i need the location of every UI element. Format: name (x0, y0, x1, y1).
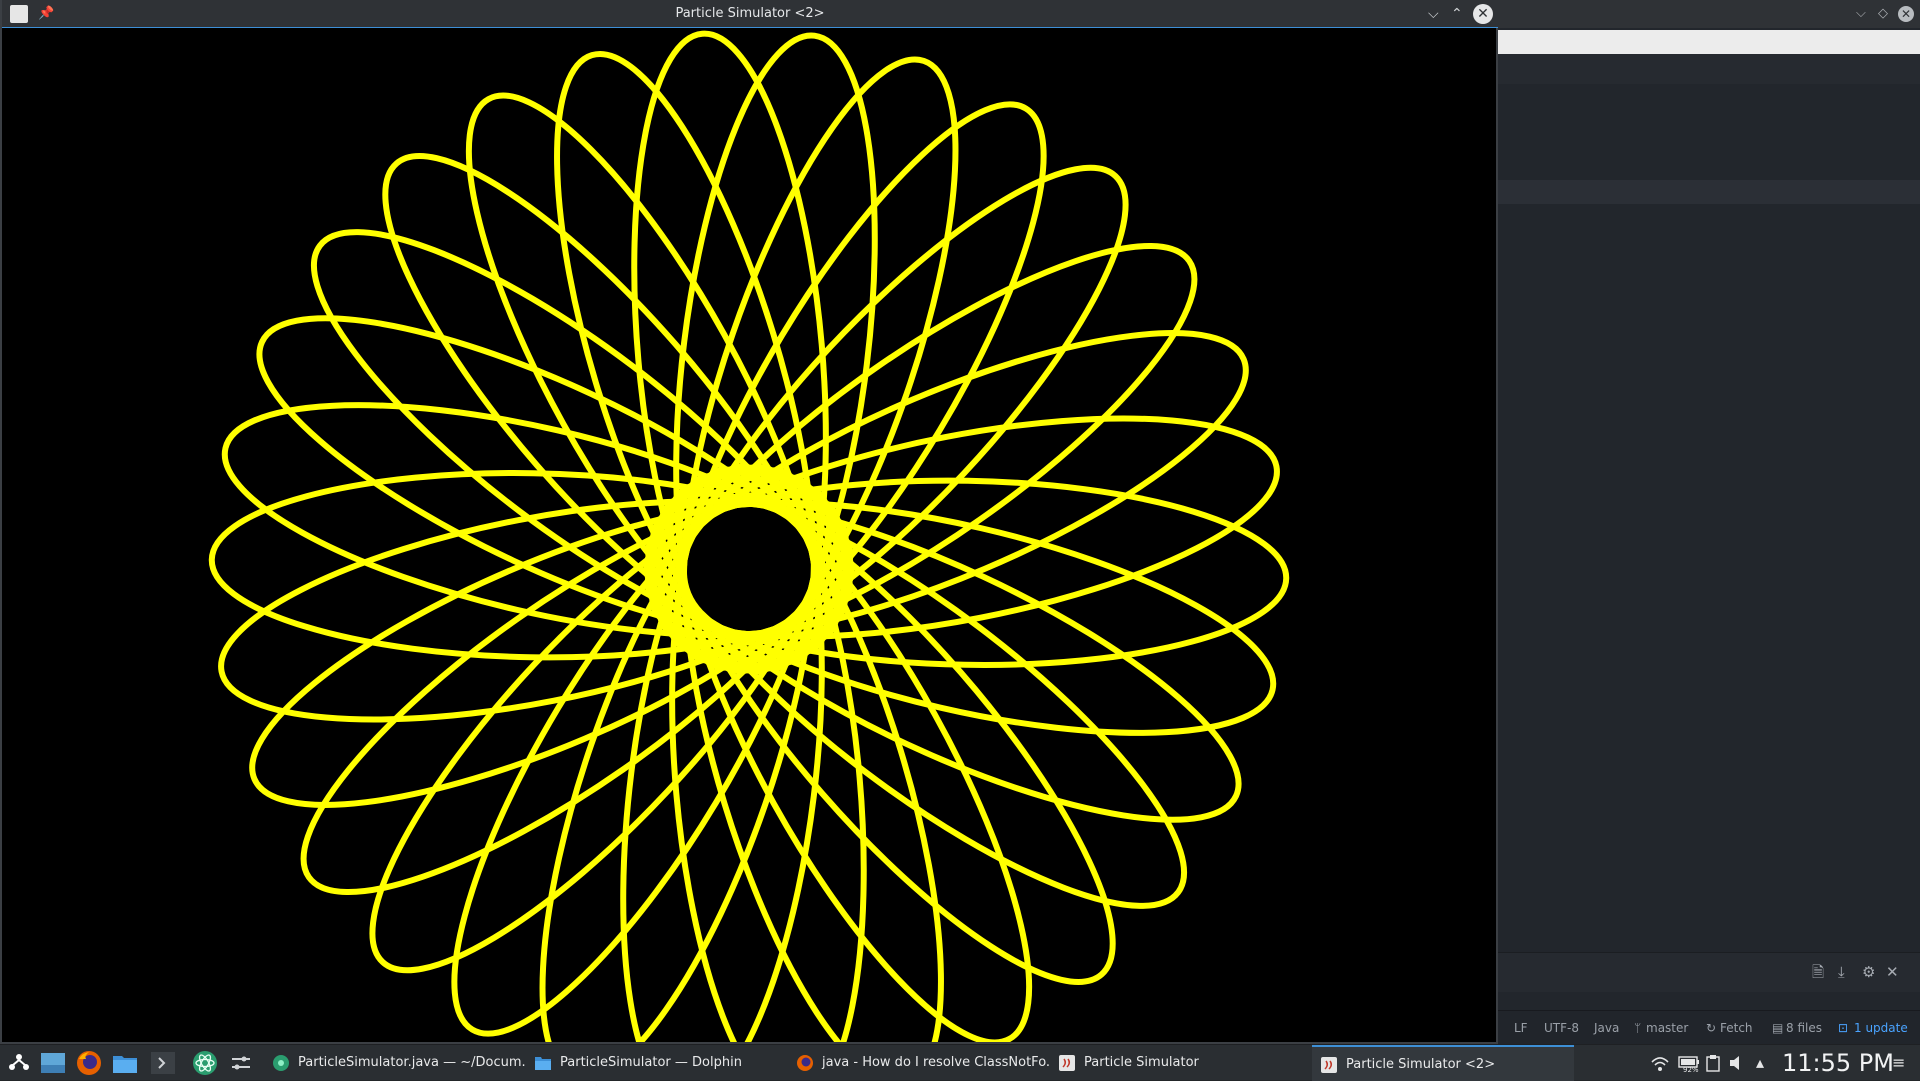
editor-window: ⌵ ◇ ✕ 🗎 ⤓ ⚙ ✕ LF UTF-8 Java ᛘ master ↻ F… (1498, 0, 1920, 1044)
terminal-icon[interactable] (150, 1050, 176, 1076)
close-icon[interactable]: ✕ (1886, 963, 1899, 981)
keep-above-icon[interactable]: ◇ (1878, 6, 1888, 22)
java-app-icon (1321, 1057, 1337, 1073)
battery-percent: 92% (1683, 1066, 1699, 1074)
minimize-icon[interactable]: ⌵ (1856, 6, 1866, 22)
editor-status-bar: LF UTF-8 Java ᛘ master ↻ Fetch ▤ 8 files… (1498, 1010, 1920, 1044)
task-label: ParticleSimulator — Dolphin (560, 1055, 742, 1070)
task-particle-simulator-2[interactable]: Particle Simulator <2> (1312, 1045, 1574, 1081)
window-title: Particle Simulator <2> (675, 6, 825, 21)
task-firefox[interactable]: java - How do I resolve ClassNotFo... (788, 1045, 1050, 1081)
pattern-core (687, 518, 795, 626)
changed-files-label[interactable]: 8 files (1786, 1011, 1822, 1045)
battery-indicator[interactable]: 92% (1678, 1054, 1700, 1074)
close-icon[interactable]: ✕ (1898, 6, 1914, 22)
editor-highlighted-line (1498, 180, 1920, 204)
fetch-button[interactable]: Fetch (1720, 1011, 1753, 1045)
clock[interactable]: 11:55 PM (1782, 1045, 1894, 1081)
expand-tray-icon[interactable]: ▴ (1756, 1053, 1764, 1073)
atom-icon (273, 1055, 289, 1071)
sim-titlebar[interactable]: 📌 Particle Simulator <2> ⌵ ⌃ ✕ (2, 0, 1498, 28)
atom-icon[interactable] (192, 1050, 218, 1076)
particle-trail-pattern (208, 30, 1290, 1042)
task-dolphin[interactable]: ParticleSimulator — Dolphin (526, 1045, 788, 1081)
editor-tab-bar[interactable] (1498, 30, 1920, 54)
encoding-indicator[interactable]: UTF-8 (1544, 1011, 1579, 1045)
settings-icon[interactable]: ⚙ (1862, 963, 1875, 981)
volume-icon[interactable] (1728, 1054, 1746, 1072)
simulation-canvas[interactable] (4, 29, 1498, 1042)
task-label: Particle Simulator (1084, 1055, 1199, 1070)
particle-simulator-window: 📌 Particle Simulator <2> ⌵ ⌃ ✕ (0, 0, 1498, 1044)
package-icon: ⊡ (1838, 1021, 1849, 1035)
line-ending-indicator[interactable]: LF (1514, 1011, 1528, 1045)
editor-titlebar: ⌵ ◇ ✕ (1498, 0, 1920, 28)
firefox-icon[interactable] (76, 1050, 102, 1076)
git-branch-icon: ᛘ (1634, 1021, 1642, 1035)
editor-bottom-panel: 🗎 ⤓ ⚙ ✕ (1498, 952, 1920, 992)
task-label: java - How do I resolve ClassNotFo... (822, 1055, 1050, 1070)
task-label: ParticleSimulator.java — ~/Docum... (298, 1055, 526, 1070)
file-manager-icon[interactable] (112, 1050, 138, 1076)
folder-icon (535, 1057, 551, 1070)
maximize-icon[interactable]: ⌃ (1451, 5, 1463, 23)
updates-button[interactable]: 1 update (1854, 1011, 1908, 1045)
firefox-icon (797, 1055, 813, 1071)
language-indicator[interactable]: Java (1594, 1011, 1619, 1045)
system-settings-icon[interactable] (228, 1050, 254, 1076)
fetch-icon: ↻ (1706, 1021, 1717, 1035)
files-icon: ▤ (1772, 1021, 1784, 1035)
wifi-icon[interactable] (1650, 1055, 1670, 1073)
git-branch-label[interactable]: master (1646, 1011, 1688, 1045)
java-app-icon (1059, 1055, 1075, 1071)
task-particle-simulator[interactable]: Particle Simulator (1050, 1045, 1312, 1081)
minimize-icon[interactable]: ⌵ (1428, 5, 1439, 23)
download-icon[interactable]: ⤓ (1838, 963, 1845, 981)
document-icon[interactable]: 🗎 (1812, 963, 1824, 981)
application-launcher-icon[interactable] (6, 1050, 32, 1076)
desktop-icon[interactable] (40, 1050, 66, 1076)
task-atom-editor[interactable]: ParticleSimulator.java — ~/Docum... (264, 1045, 526, 1081)
editor-toolbar-area (1498, 54, 1920, 84)
taskbar: ParticleSimulator.java — ~/Docum... Part… (0, 1044, 1920, 1081)
clipboard-icon[interactable] (1706, 1054, 1720, 1072)
show-desktop-icon[interactable]: ≡ (1892, 1053, 1905, 1073)
close-icon[interactable]: ✕ (1473, 4, 1493, 24)
task-label: Particle Simulator <2> (1346, 1057, 1496, 1072)
